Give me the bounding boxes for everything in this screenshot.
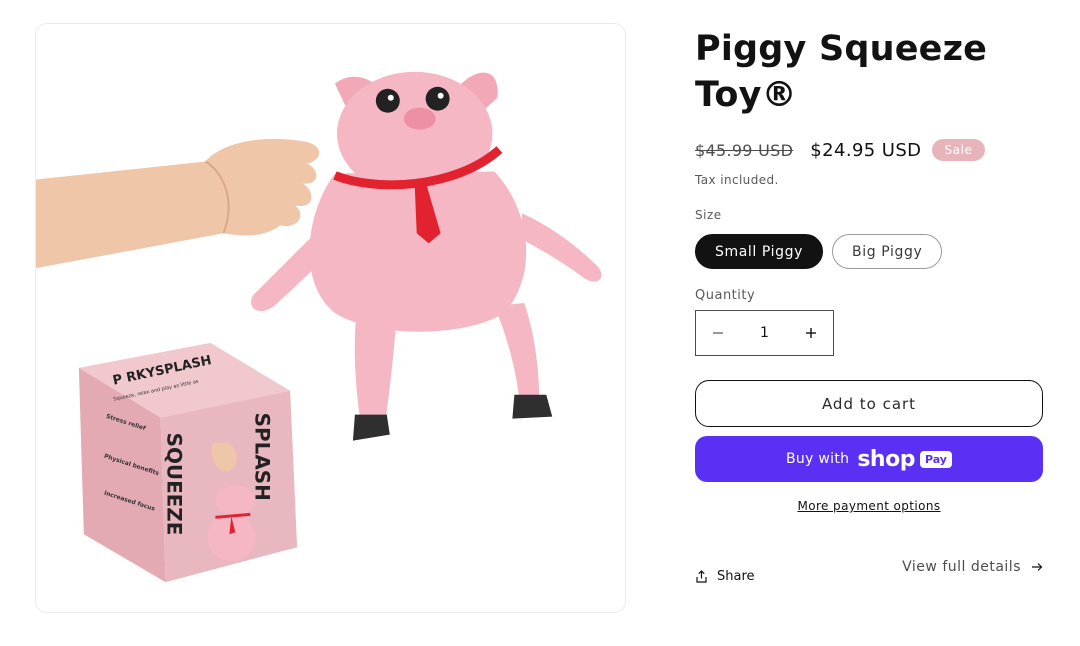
pig-eye-right (425, 86, 450, 111)
price-row: $45.99 USD $24.95 USD Sale (695, 139, 985, 161)
more-payment-options: More payment options (695, 499, 1043, 513)
compare-at-price: $45.99 USD (695, 140, 794, 160)
quantity-input[interactable]: 1 (760, 325, 769, 341)
share-label: Share (717, 569, 755, 584)
pig-hoof-left (352, 414, 390, 441)
product-image[interactable]: P RKYSPLASH Squeeze, relax and play as l… (35, 23, 626, 613)
size-option-small-piggy[interactable]: Small Piggy (695, 234, 824, 269)
quantity-stepper: 1 (695, 310, 834, 356)
share-icon (696, 570, 707, 583)
quantity-decrease-button[interactable] (696, 311, 740, 355)
size-label: Size (695, 208, 722, 222)
hand-fist (36, 138, 320, 269)
size-option-big-piggy[interactable]: Big Piggy (832, 234, 943, 269)
tax-note: Tax included. (695, 173, 779, 187)
pig-arm-right (519, 213, 602, 282)
product-title: Piggy Squeeze Toy® (695, 29, 988, 115)
pig-leg-right (494, 303, 540, 403)
box-splash-text: SPLASH (250, 413, 273, 501)
product-photo: P RKYSPLASH Squeeze, relax and play as l… (36, 71, 602, 583)
arrow-right-icon (1032, 563, 1043, 571)
shop-pay-logo: shop (857, 446, 915, 472)
plus-icon (805, 328, 816, 338)
box-squeeze-text: SQUEEZE (163, 433, 186, 536)
pig-hoof-right (512, 394, 553, 419)
sale-price: $24.95 USD (810, 139, 922, 161)
view-full-details-link[interactable]: View full details (902, 559, 1043, 575)
pig-snout (403, 107, 436, 130)
more-payment-options-link[interactable]: More payment options (797, 499, 940, 513)
share-button[interactable]: Share (695, 569, 755, 584)
size-options: Small Piggy Big Piggy (695, 234, 943, 269)
buy-with-label: Buy with (786, 451, 850, 467)
view-full-details-label: View full details (902, 559, 1021, 575)
pig-leg-left (354, 308, 397, 425)
minus-icon (713, 332, 723, 334)
sale-badge: Sale (932, 139, 985, 161)
pig-eye-left (375, 88, 400, 113)
quantity-label: Quantity (695, 288, 756, 303)
quantity-increase-button[interactable] (789, 311, 833, 355)
add-to-cart-button[interactable]: Add to cart (695, 380, 1043, 427)
buy-with-shop-pay-button[interactable]: Buy with shop Pay (695, 436, 1043, 482)
pay-pill: Pay (919, 450, 952, 468)
box-pig-icon (215, 485, 256, 516)
